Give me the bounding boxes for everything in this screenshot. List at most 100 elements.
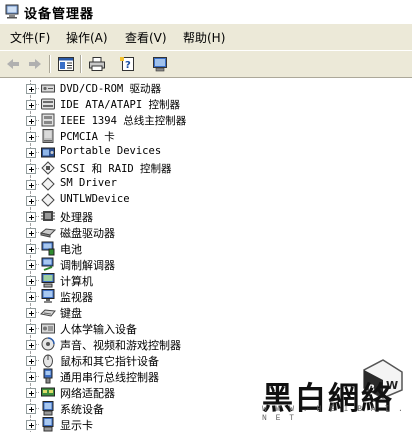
tree-item-label[interactable]: SCSI 和 RAID 控制器 — [60, 161, 172, 176]
tree-item-battery[interactable]: 电池 — [0, 240, 412, 256]
tree-item-label[interactable]: 处理器 — [60, 209, 93, 225]
expand-icon[interactable] — [26, 100, 36, 110]
svg-text:?: ? — [125, 60, 131, 71]
toolbar-separator — [49, 55, 51, 73]
expand-icon[interactable] — [26, 228, 36, 238]
expand-icon[interactable] — [26, 116, 36, 126]
unknown-device-icon — [41, 193, 55, 207]
mouse-icon — [43, 354, 53, 368]
portable-device-icon — [41, 147, 55, 158]
expand-icon[interactable] — [26, 404, 36, 414]
help-icon[interactable]: ? — [119, 55, 137, 73]
expand-icon[interactable] — [26, 148, 36, 158]
sm-driver-icon — [41, 177, 55, 191]
tree-item-mouse[interactable]: 鼠标和其它指针设备 — [0, 352, 412, 368]
tree-item-label[interactable]: 网络适配器 — [60, 385, 115, 401]
expand-icon[interactable] — [26, 276, 36, 286]
menu-action[interactable]: 操作(A) — [66, 29, 108, 46]
tree-item-disk-drive[interactable]: 磁盘驱动器 — [0, 224, 412, 240]
properties-pane-icon[interactable] — [57, 55, 75, 73]
tree-item-modem[interactable]: 调制解调器 — [0, 256, 412, 272]
system-device-icon — [42, 401, 54, 416]
expand-icon[interactable] — [26, 164, 36, 174]
menu-help[interactable]: 帮助(H) — [183, 29, 225, 46]
tree-item-label[interactable]: DVD/CD-ROM 驱动器 — [60, 81, 161, 96]
tree-item-label[interactable]: 鼠标和其它指针设备 — [60, 353, 159, 369]
tree-item-portable-device[interactable]: Portable Devices — [0, 144, 412, 160]
expand-icon[interactable] — [26, 340, 36, 350]
expand-icon[interactable] — [26, 356, 36, 366]
processor-icon — [41, 211, 55, 221]
hid-icon — [41, 323, 55, 334]
tree-item-label[interactable]: UNTLWDevice — [60, 193, 130, 205]
network-adapter-icon — [41, 387, 55, 397]
battery-icon — [41, 241, 55, 256]
dvd-drive-icon — [41, 84, 55, 93]
scan-hardware-icon[interactable] — [151, 55, 169, 73]
expand-icon[interactable] — [26, 372, 36, 382]
tree-item-ieee1394[interactable]: IEEE 1394 总线主控制器 — [0, 112, 412, 128]
title-bar: 设备管理器 — [0, 0, 412, 24]
modem-icon — [41, 257, 54, 271]
expand-icon[interactable] — [26, 292, 36, 302]
expand-icon[interactable] — [26, 132, 36, 142]
tree-item-label[interactable]: 键盘 — [60, 305, 82, 321]
tree-item-label[interactable]: 磁盘驱动器 — [60, 225, 115, 241]
tree-item-computer[interactable]: 计算机 — [0, 272, 412, 288]
tree-item-dvd-drive[interactable]: DVD/CD-ROM 驱动器 — [0, 80, 412, 96]
menu-file[interactable]: 文件(F) — [10, 29, 50, 46]
expand-icon[interactable] — [26, 212, 36, 222]
print-icon[interactable] — [88, 55, 106, 73]
back-arrow-icon[interactable] — [4, 55, 22, 73]
expand-icon[interactable] — [26, 196, 36, 206]
pcmcia-card-icon — [42, 129, 54, 143]
toolbar-separator — [80, 55, 82, 73]
tree-item-monitor[interactable]: 监视器 — [0, 288, 412, 304]
tree-item-label[interactable]: 系统设备 — [60, 401, 104, 417]
toolbar: ? — [0, 51, 412, 78]
ide-controller-icon — [41, 98, 55, 110]
tree-item-label[interactable]: 电池 — [60, 241, 82, 257]
tree-item-label[interactable]: SM Driver — [60, 177, 117, 189]
computer-icon — [41, 273, 55, 288]
tree-item-label[interactable]: IDE ATA/ATAPI 控制器 — [60, 97, 180, 112]
tree-item-label[interactable]: 计算机 — [60, 273, 93, 289]
expand-icon[interactable] — [26, 260, 36, 270]
device-manager-icon — [5, 4, 19, 19]
keyboard-icon — [40, 309, 56, 317]
tree-item-label[interactable]: IEEE 1394 总线主控制器 — [60, 113, 186, 128]
tree-item-label[interactable]: Portable Devices — [60, 145, 161, 157]
menu-view[interactable]: 查看(V) — [125, 29, 167, 46]
tree-item-sm-driver[interactable]: SM Driver — [0, 176, 412, 192]
expand-icon[interactable] — [26, 244, 36, 254]
expand-icon[interactable] — [26, 308, 36, 318]
forward-arrow-icon[interactable] — [26, 55, 44, 73]
tree-item-label[interactable]: PCMCIA 卡 — [60, 129, 115, 144]
expand-icon[interactable] — [26, 324, 36, 334]
tree-item-label[interactable]: 调制解调器 — [60, 257, 115, 273]
tree-item-keyboard[interactable]: 键盘 — [0, 304, 412, 320]
tree-item-pcmcia-card[interactable]: PCMCIA 卡 — [0, 128, 412, 144]
usb-icon — [43, 368, 53, 384]
tree-item-label[interactable]: 通用串行总线控制器 — [60, 369, 159, 385]
tree-item-ide-controller[interactable]: IDE ATA/ATAPI 控制器 — [0, 96, 412, 112]
tree-item-label[interactable]: 声音、视频和游戏控制器 — [60, 337, 181, 353]
scsi-controller-icon — [41, 161, 55, 175]
ieee1394-icon — [41, 113, 55, 127]
tree-item-label[interactable]: 监视器 — [60, 289, 93, 305]
sound-icon — [41, 337, 55, 351]
expand-icon[interactable] — [26, 180, 36, 190]
tree-item-scsi-controller[interactable]: SCSI 和 RAID 控制器 — [0, 160, 412, 176]
tree-item-processor[interactable]: 处理器 — [0, 208, 412, 224]
tree-item-sound[interactable]: 声音、视频和游戏控制器 — [0, 336, 412, 352]
expand-icon[interactable] — [26, 420, 36, 430]
tree-item-hid[interactable]: 人体学输入设备 — [0, 320, 412, 336]
menu-bar: 文件(F) 操作(A) 查看(V) 帮助(H) — [0, 24, 412, 51]
tree-item-unknown-device[interactable]: UNTLWDevice — [0, 192, 412, 208]
monitor-icon — [41, 289, 55, 303]
window-title: 设备管理器 — [24, 7, 95, 22]
expand-icon[interactable] — [26, 388, 36, 398]
display-adapter-icon — [42, 417, 54, 432]
tree-item-label[interactable]: 人体学输入设备 — [60, 321, 137, 337]
expand-icon[interactable] — [26, 84, 36, 94]
